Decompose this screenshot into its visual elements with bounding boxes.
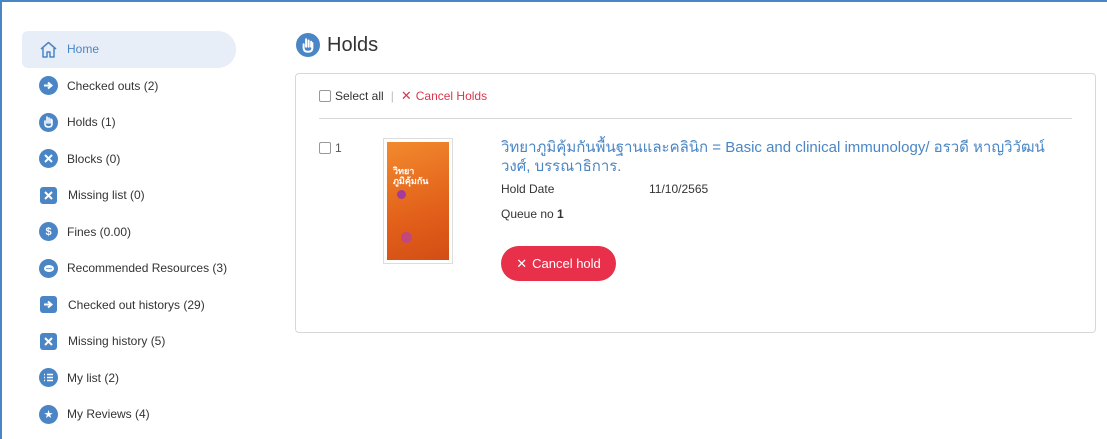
x-square-icon: [40, 332, 57, 350]
sidebar-item-label: Blocks (0): [67, 151, 121, 166]
close-icon: ✕: [516, 255, 528, 271]
sidebar-item-checked-outs[interactable]: Checked outs (2): [22, 68, 262, 105]
book-cover-image[interactable]: วิทยาภูมิคุ้มกัน: [383, 138, 453, 264]
sidebar-item-label: Missing history (5): [68, 334, 166, 349]
sidebar-item-recommended-resources[interactable]: Recommended Resources (3): [22, 250, 262, 287]
star-icon: ★: [39, 404, 58, 424]
x-square-icon: [40, 186, 57, 204]
sidebar-item-checked-out-historys[interactable]: Checked out historys (29): [22, 287, 262, 324]
sidebar-item-my-reviews[interactable]: ★ My Reviews (4): [22, 396, 262, 433]
hold-date-row: Hold Date 11/10/2565: [501, 182, 708, 196]
cancel-holds-label: Cancel Holds: [415, 89, 488, 103]
hand-icon: [296, 33, 320, 57]
chat-icon: [39, 258, 58, 278]
queue-number: 1: [557, 207, 564, 221]
sidebar-item-home[interactable]: Home: [22, 31, 236, 68]
hold-item-index: 1: [335, 141, 342, 155]
toolbar-separator: |: [390, 89, 394, 103]
sidebar-item-label: Recommended Resources (3): [67, 261, 228, 276]
hold-date-label: Hold Date: [501, 182, 555, 196]
book-title-link[interactable]: วิทยาภูมิคุ้มกันพื้นฐานและคลินิก = Basic…: [501, 138, 1061, 176]
cancel-holds-link[interactable]: ✕ Cancel Holds: [401, 88, 487, 104]
hold-date-value: 11/10/2565: [649, 182, 709, 196]
hold-item-checkbox[interactable]: [319, 142, 331, 154]
book-cover-art: วิทยาภูมิคุ้มกัน: [387, 142, 449, 260]
sidebar-item-label: Missing list (0): [68, 188, 145, 203]
hold-item-select: 1: [319, 141, 342, 155]
queue-label: Queue no: [501, 207, 558, 221]
select-all-checkbox[interactable]: [319, 90, 331, 102]
page-title: Holds: [296, 33, 378, 57]
cover-text: วิทยาภูมิคุ้มกัน: [393, 166, 429, 186]
sidebar-item-label: Checked outs (2): [67, 78, 159, 93]
home-icon: [39, 40, 58, 59]
sidebar-item-missing-list[interactable]: Missing list (0): [22, 177, 262, 214]
list-icon: [39, 368, 58, 388]
divider: [319, 118, 1072, 119]
holds-toolbar: Select all | ✕ Cancel Holds: [319, 88, 487, 104]
sidebar-item-label: Fines (0.00): [67, 224, 132, 239]
cover-decoration: [401, 232, 412, 243]
holds-card: Select all | ✕ Cancel Holds 1 วิทยาภูมิค…: [295, 73, 1096, 333]
hand-icon: [39, 112, 58, 132]
select-all-label[interactable]: Select all: [335, 89, 384, 103]
sidebar-item-label: Holds (1): [67, 115, 116, 130]
sidebar: Home Checked outs (2) Holds (1) Blocks (…: [22, 31, 262, 433]
sidebar-item-holds[interactable]: Holds (1): [22, 104, 262, 141]
cover-decoration: [397, 190, 406, 199]
dollar-icon: $: [39, 222, 58, 242]
cancel-hold-button[interactable]: ✕ Cancel hold: [501, 246, 616, 281]
sidebar-item-fines[interactable]: $ Fines (0.00): [22, 214, 262, 251]
sidebar-item-blocks[interactable]: Blocks (0): [22, 141, 262, 178]
sidebar-item-label: Checked out historys (29): [68, 297, 205, 312]
sidebar-item-missing-history[interactable]: Missing history (5): [22, 323, 262, 360]
sidebar-item-label: My list (2): [67, 370, 119, 385]
queue-info: Queue no 1: [501, 207, 564, 221]
close-icon: ✕: [400, 88, 412, 103]
arrow-right-square-icon: [40, 296, 57, 314]
arrow-right-circle-icon: [39, 76, 58, 96]
sidebar-item-my-list[interactable]: My list (2): [22, 360, 262, 397]
page-title-text: Holds: [327, 33, 379, 56]
x-circle-icon: [39, 149, 58, 169]
cancel-hold-label: Cancel hold: [532, 256, 601, 271]
sidebar-item-label: My Reviews (4): [67, 407, 150, 422]
sidebar-item-label: Home: [67, 42, 100, 57]
